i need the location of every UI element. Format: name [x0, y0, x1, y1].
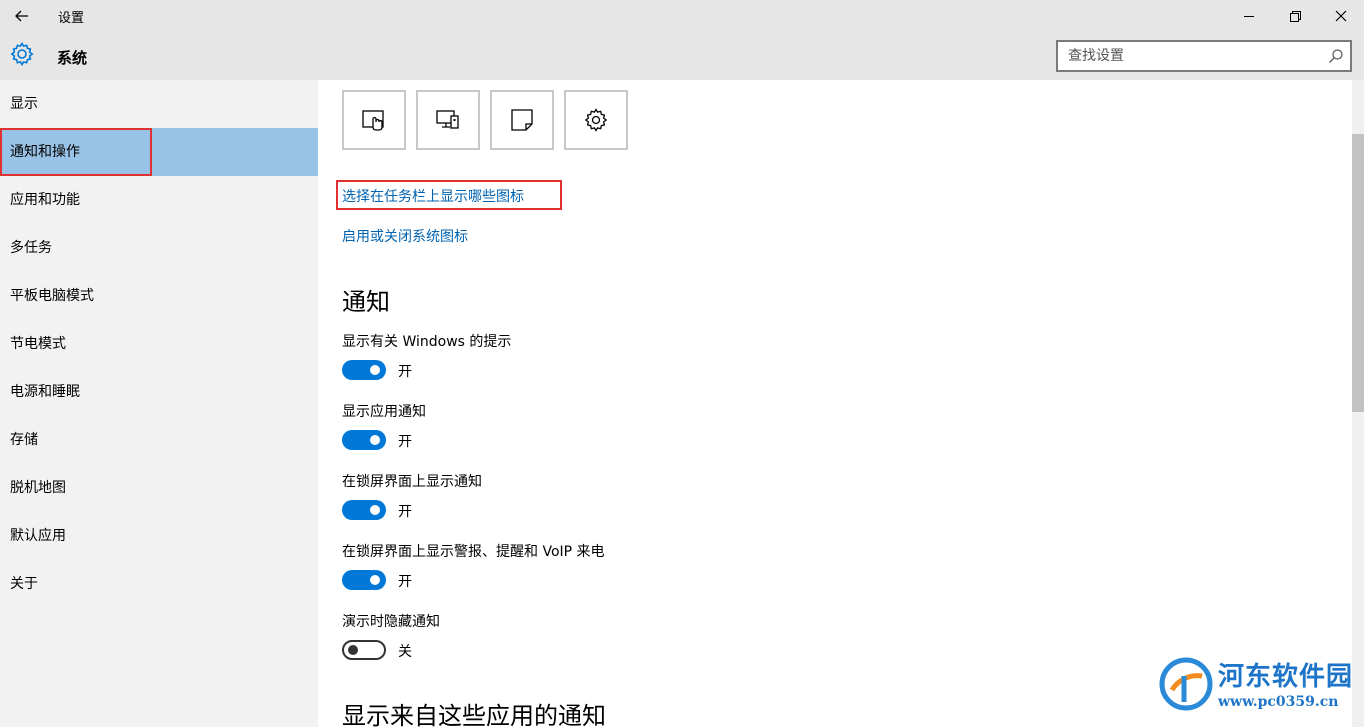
toggle-state-app-notifications: 开: [398, 434, 412, 450]
toggle-lockscreen-alarms[interactable]: [342, 570, 386, 590]
toggle-state-lockscreen-alarms: 开: [398, 574, 412, 590]
toggle-knob: [348, 645, 358, 655]
toggle-lockscreen-notifications[interactable]: [342, 500, 386, 520]
sidebar-item-tablet-mode[interactable]: 平板电脑模式: [0, 272, 318, 320]
search-icon[interactable]: [1328, 48, 1344, 64]
setting-label-lockscreen-notifications: 在锁屏界面上显示通知: [342, 474, 482, 490]
sidebar-item-about[interactable]: 关于: [0, 560, 318, 608]
search-box[interactable]: [1056, 40, 1352, 72]
title-bar: 设置: [0, 0, 1364, 32]
project-icon: [436, 110, 459, 129]
highlight-box-link: [336, 180, 562, 210]
toggle-state-hide-when-presenting: 关: [398, 644, 412, 660]
quick-action-tablet-mode[interactable]: [342, 90, 406, 150]
search-input[interactable]: [1058, 42, 1318, 70]
sidebar-item-multitasking[interactable]: 多任务: [0, 224, 318, 272]
setting-label-windows-tips: 显示有关 Windows 的提示: [342, 334, 512, 350]
sidebar-item-display[interactable]: 显示: [0, 80, 318, 128]
main-content: 选择在任务栏上显示哪些图标 启用或关闭系统图标 通知 显示有关 Windows …: [318, 80, 1352, 727]
page-title: 系统: [57, 49, 88, 67]
sidebar-item-default-apps[interactable]: 默认应用: [0, 512, 318, 560]
restore-button[interactable]: [1272, 0, 1318, 32]
tablet-mode-icon: [362, 110, 384, 131]
back-button[interactable]: [6, 2, 38, 30]
toggle-knob: [370, 365, 380, 375]
toggle-windows-tips[interactable]: [342, 360, 386, 380]
notifications-heading: 通知: [342, 288, 390, 316]
sidebar-item-battery-saver[interactable]: 节电模式: [0, 320, 318, 368]
system-gear-icon: [10, 41, 34, 67]
setting-label-lockscreen-alarms: 在锁屏界面上显示警报、提醒和 VoIP 来电: [342, 544, 605, 560]
close-button[interactable]: [1318, 0, 1364, 32]
watermark: 河东软件园 www.pc0359.cn: [1158, 654, 1358, 724]
apps-notifications-heading: 显示来自这些应用的通知: [342, 702, 606, 727]
sidebar-item-apps-features[interactable]: 应用和功能: [0, 176, 318, 224]
scrollbar-thumb[interactable]: [1352, 134, 1364, 412]
watermark-name: 河东软件园: [1218, 662, 1354, 692]
toggle-app-notifications[interactable]: [342, 430, 386, 450]
window-title: 设置: [58, 11, 85, 26]
sidebar-item-offline-maps[interactable]: 脱机地图: [0, 464, 318, 512]
setting-label-app-notifications: 显示应用通知: [342, 404, 426, 420]
toggle-knob: [370, 435, 380, 445]
toggle-knob: [370, 505, 380, 515]
quick-action-project[interactable]: [416, 90, 480, 150]
sidebar: 显示 通知和操作 应用和功能 多任务 平板电脑模式 节电模式 电源和睡眠 存储 …: [0, 80, 318, 727]
toggle-state-lockscreen-notifications: 开: [398, 504, 412, 520]
quick-action-settings[interactable]: [564, 90, 628, 150]
note-icon: [511, 109, 533, 131]
quick-action-note[interactable]: [490, 90, 554, 150]
system-header: 系统: [0, 36, 600, 76]
sidebar-item-power-sleep[interactable]: 电源和睡眠: [0, 368, 318, 416]
sidebar-item-storage[interactable]: 存储: [0, 416, 318, 464]
close-icon: [1335, 10, 1347, 22]
minimize-icon: [1243, 15, 1254, 17]
setting-label-hide-when-presenting: 演示时隐藏通知: [342, 614, 440, 630]
toggle-knob: [370, 575, 380, 585]
toggle-hide-when-presenting[interactable]: [342, 640, 386, 660]
restore-icon: [1289, 10, 1301, 22]
watermark-url: www.pc0359.cn: [1218, 694, 1339, 710]
settings-gear-icon: [584, 108, 608, 132]
watermark-logo-icon: [1159, 657, 1213, 711]
minimize-button[interactable]: [1226, 0, 1272, 32]
highlight-box-nav: [0, 128, 152, 176]
link-system-icons[interactable]: 启用或关闭系统图标: [342, 226, 468, 246]
header-bar: 设置 系统: [0, 0, 1364, 80]
back-arrow-icon: [15, 10, 28, 22]
toggle-state-windows-tips: 开: [398, 364, 412, 380]
